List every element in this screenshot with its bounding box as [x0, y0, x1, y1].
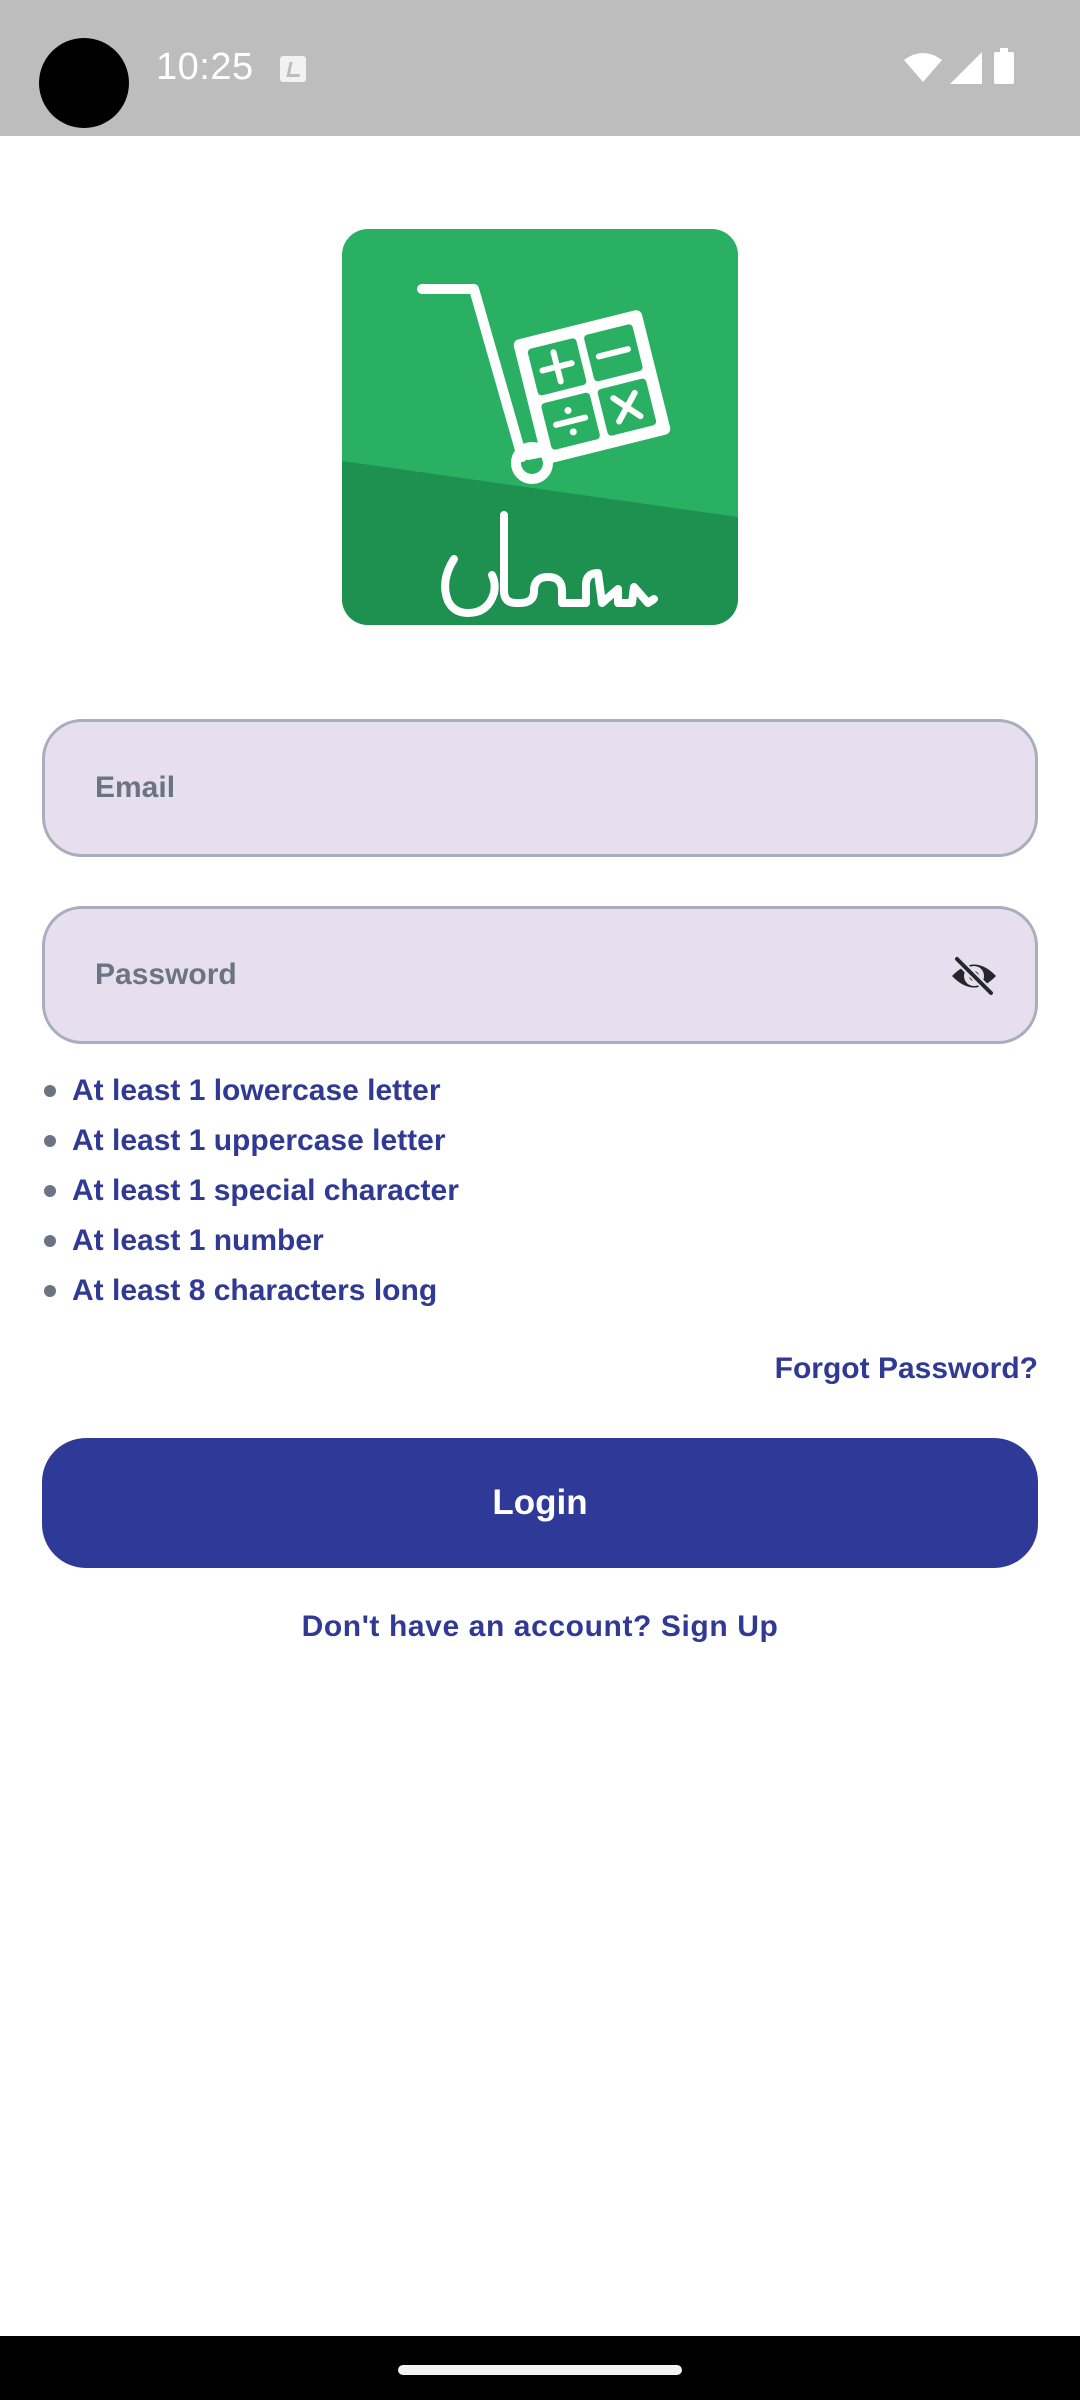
- wifi-icon: [904, 53, 942, 82]
- login-button[interactable]: Login: [42, 1438, 1038, 1568]
- status-time: 10:25: [156, 46, 254, 88]
- home-gesture-handle[interactable]: [398, 2365, 682, 2375]
- app-notification-icon: [280, 56, 306, 82]
- toggle-password-visibility[interactable]: [949, 951, 999, 1001]
- forgot-password-link[interactable]: Forgot Password?: [775, 1352, 1038, 1386]
- signup-link[interactable]: Don't have an account? Sign Up: [0, 1610, 1080, 1644]
- camera-cutout: [39, 38, 129, 128]
- bullet-dot: [44, 1135, 56, 1147]
- bullet-dot: [44, 1285, 56, 1297]
- requirement-item: At least 8 characters long: [42, 1266, 942, 1316]
- password-input[interactable]: [95, 909, 915, 1041]
- requirement-text: At least 1 special character: [72, 1174, 459, 1207]
- cell-signal-icon: [950, 52, 982, 84]
- login-screen: 10:25 Email At least 1 lowercase letter …: [0, 0, 1080, 2400]
- bullet-dot: [44, 1235, 56, 1247]
- requirement-text: At least 1 lowercase letter: [72, 1074, 441, 1107]
- email-input[interactable]: [95, 722, 915, 854]
- requirement-item: At least 1 lowercase letter: [42, 1066, 942, 1116]
- requirement-text: At least 1 uppercase letter: [72, 1124, 446, 1157]
- eye-off-icon: [952, 955, 996, 997]
- requirement-text: At least 8 characters long: [72, 1274, 438, 1307]
- email-field[interactable]: [42, 719, 1038, 857]
- status-bar: 10:25: [0, 0, 1080, 136]
- password-requirements: At least 1 lowercase letter At least 1 u…: [42, 1066, 942, 1316]
- login-button-label: Login: [492, 1483, 588, 1522]
- requirement-text: At least 1 number: [72, 1224, 324, 1257]
- sahl-cart-calculator-logo: [342, 229, 738, 625]
- requirement-item: At least 1 special character: [42, 1166, 942, 1216]
- bullet-dot: [44, 1185, 56, 1197]
- bullet-dot: [44, 1085, 56, 1097]
- password-field[interactable]: [42, 906, 1038, 1044]
- app-logo: [342, 229, 738, 625]
- battery-icon: [994, 48, 1014, 84]
- status-icons: [904, 48, 1034, 88]
- requirement-item: At least 1 number: [42, 1216, 942, 1266]
- requirement-item: At least 1 uppercase letter: [42, 1116, 942, 1166]
- navigation-bar: [0, 2336, 1080, 2400]
